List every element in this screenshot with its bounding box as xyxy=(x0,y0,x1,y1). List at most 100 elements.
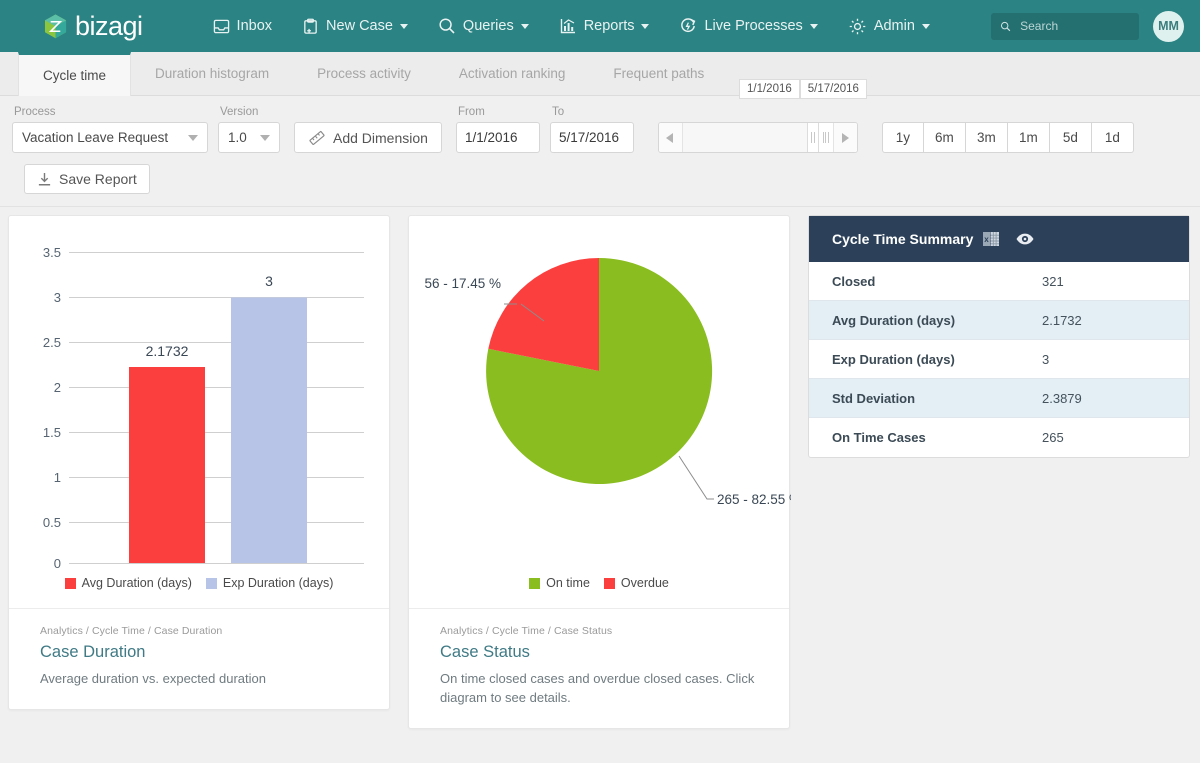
slider-right-arrow[interactable] xyxy=(832,123,857,152)
summary-row-label: Std Deviation xyxy=(832,390,916,406)
slider-handle-left[interactable] xyxy=(806,123,818,152)
legend-label: Exp Duration (days) xyxy=(222,576,334,590)
reports-chart-icon xyxy=(560,19,575,34)
chevron-down-icon xyxy=(809,23,818,29)
nav-item-label: Reports xyxy=(583,18,635,34)
slider-track[interactable] xyxy=(682,123,807,152)
zoom-button-label: 3m xyxy=(977,130,996,145)
zoom-button-1d[interactable]: 1d xyxy=(1091,122,1134,153)
pie-chart-legend: On time Overdue xyxy=(409,576,789,608)
zoom-button-label: 1d xyxy=(1104,130,1120,145)
legend-swatch-icon xyxy=(64,577,76,589)
gear-icon xyxy=(849,18,866,34)
from-filter: From xyxy=(455,106,540,153)
to-date-input[interactable] xyxy=(549,122,634,153)
report-tabs: Cycle time Duration histogram Process ac… xyxy=(0,52,1200,96)
zoom-button-3m[interactable]: 3m xyxy=(965,122,1008,153)
summary-row-value: 2.1732 xyxy=(1042,312,1082,328)
avatar[interactable]: MM xyxy=(1153,10,1184,42)
svg-text:0: 0 xyxy=(54,556,61,571)
case-duration-chart[interactable]: 3.5 3 2.5 2 1.5 1 0.5 0 2.1732 3 xyxy=(9,216,389,576)
legend-item-exp-duration[interactable]: Exp Duration (days) xyxy=(205,576,334,590)
card-title[interactable]: Case Status xyxy=(440,643,758,662)
tab-label: Process activity xyxy=(317,66,411,81)
ruler-icon xyxy=(309,130,325,145)
nav-item-label: Live Processes xyxy=(704,18,803,34)
legend-swatch-icon xyxy=(205,577,217,589)
tab-duration-histogram[interactable]: Duration histogram xyxy=(131,52,293,95)
slider-left-arrow[interactable] xyxy=(658,123,683,152)
nav-item-new-case[interactable]: New Case xyxy=(287,0,423,52)
nav-item-queries[interactable]: Queries xyxy=(423,0,544,52)
nav-item-inbox[interactable]: Inbox xyxy=(198,0,287,52)
date-range-slider[interactable] xyxy=(657,122,858,153)
chevron-down-icon xyxy=(260,134,270,141)
save-report-button[interactable]: Save Report xyxy=(24,164,150,194)
search-input[interactable] xyxy=(1018,18,1130,34)
tab-activation-ranking[interactable]: Activation ranking xyxy=(435,52,590,95)
version-select-value: 1.0 xyxy=(228,130,247,145)
add-dimension-button[interactable]: Add Dimension xyxy=(294,122,442,153)
time-zoom-buttons: 1y 6m 3m 1m 5d 1d xyxy=(881,122,1134,153)
nav-item-reports[interactable]: Reports xyxy=(544,0,665,52)
zoom-button-5d[interactable]: 5d xyxy=(1049,122,1092,153)
summary-row-value: 3 xyxy=(1042,351,1050,367)
slider-handle-right[interactable] xyxy=(817,123,833,152)
process-select[interactable]: Vacation Leave Request xyxy=(12,122,208,153)
case-duration-footer: Analytics / Cycle Time / Case Duration C… xyxy=(9,608,389,709)
tab-cycle-time[interactable]: Cycle time xyxy=(18,52,132,96)
summary-row-value: 265 xyxy=(1042,430,1064,445)
brand-logo[interactable]: bizagi xyxy=(44,10,143,41)
filter-toolbar: Process Vacation Leave Request Version 1… xyxy=(0,79,1200,207)
summary-row-value: 2.3879 xyxy=(1042,390,1082,406)
card-title[interactable]: Case Duration xyxy=(40,643,358,662)
svg-text:1: 1 xyxy=(54,470,61,485)
bar-chart-svg[interactable]: 3.5 3 2.5 2 1.5 1 0.5 0 2.1732 3 xyxy=(9,216,391,571)
version-select[interactable]: 1.0 xyxy=(218,122,280,153)
nav-item-label: Inbox xyxy=(236,18,273,34)
legend-item-on-time[interactable]: On time xyxy=(529,576,590,590)
svg-text:0.5: 0.5 xyxy=(43,515,61,530)
zoom-button-1m[interactable]: 1m xyxy=(1007,122,1050,153)
svg-text:1.5: 1.5 xyxy=(43,425,61,440)
nav-item-live-processes[interactable]: Live Processes xyxy=(664,0,832,52)
slider-tooltip-right: 5/17/2016 xyxy=(799,79,867,99)
breadcrumb: Analytics / Cycle Time / Case Status xyxy=(440,625,613,637)
tab-process-activity[interactable]: Process activity xyxy=(293,52,435,95)
brand-name: bizagi xyxy=(75,10,143,41)
pie-chart-svg[interactable]: 56 - 17.45 % 265 - 82.55 % xyxy=(409,216,801,571)
case-status-chart[interactable]: 56 - 17.45 % 265 - 82.55 % xyxy=(409,216,801,576)
zoom-button-6m[interactable]: 6m xyxy=(923,122,966,153)
pie-leader-line-on-time xyxy=(678,455,714,500)
zoom-button-1y[interactable]: 1y xyxy=(881,122,924,153)
legend-label: Avg Duration (days) xyxy=(81,576,192,590)
case-status-card: 56 - 17.45 % 265 - 82.55 % On time Overd… xyxy=(408,215,801,729)
nav-item-admin[interactable]: Admin xyxy=(833,0,945,52)
nav-item-label: Queries xyxy=(462,18,514,34)
excel-export-icon[interactable]: x xyxy=(983,231,1000,248)
live-processes-icon xyxy=(681,18,696,33)
tab-frequent-paths[interactable]: Frequent paths xyxy=(589,52,728,95)
global-search[interactable] xyxy=(991,12,1139,40)
bar-avg-duration xyxy=(129,367,205,563)
summary-row-value: 321 xyxy=(1042,273,1064,289)
slider-tooltips: 1/1/2016 5/17/2016 xyxy=(739,79,867,99)
from-date-input[interactable] xyxy=(455,122,540,153)
summary-row-label: Closed xyxy=(832,273,876,289)
legend-swatch-icon xyxy=(603,577,615,589)
save-report-row: Save Report xyxy=(12,153,1188,206)
zoom-button-label: 5d xyxy=(1062,130,1078,145)
arrow-right-icon xyxy=(842,132,850,143)
eye-icon[interactable] xyxy=(1015,232,1035,246)
legend-item-overdue[interactable]: Overdue xyxy=(603,576,669,590)
summary-row-exp-duration: Exp Duration (days) 3 xyxy=(809,340,1189,379)
inbox-icon xyxy=(213,19,229,33)
tab-label: Duration histogram xyxy=(155,66,270,81)
new-case-icon xyxy=(304,18,317,34)
legend-label: On time xyxy=(546,576,590,590)
chevron-down-icon xyxy=(188,134,198,141)
legend-swatch-icon xyxy=(529,577,541,589)
chevron-down-icon xyxy=(399,23,408,29)
summary-row-label: On Time Cases xyxy=(832,430,926,445)
legend-item-avg-duration[interactable]: Avg Duration (days) xyxy=(64,576,192,590)
